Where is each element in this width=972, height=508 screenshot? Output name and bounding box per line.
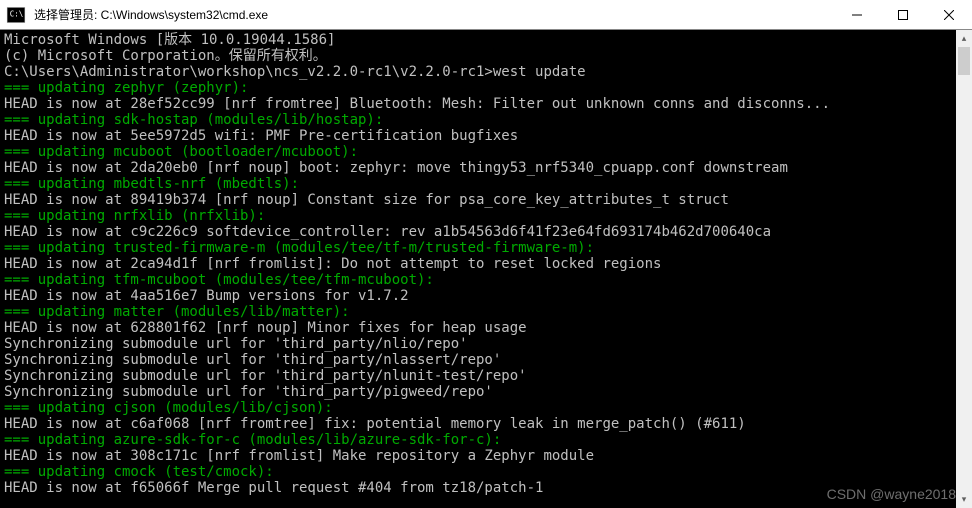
terminal-line: === updating azure-sdk-for-c (modules/li… bbox=[4, 432, 968, 448]
terminal-line: C:\Users\Administrator\workshop\ncs_v2.2… bbox=[4, 64, 968, 80]
terminal-output[interactable]: Microsoft Windows [版本 10.0.19044.1586](c… bbox=[0, 30, 972, 508]
terminal-line: (c) Microsoft Corporation。保留所有权利。 bbox=[4, 48, 968, 64]
terminal-line: HEAD is now at f65066f Merge pull reques… bbox=[4, 480, 968, 496]
minimize-button[interactable] bbox=[834, 0, 880, 29]
scroll-down-arrow[interactable]: ▾ bbox=[956, 491, 972, 508]
terminal-line: HEAD is now at 28ef52cc99 [nrf fromtree]… bbox=[4, 96, 968, 112]
terminal-line: === updating cmock (test/cmock): bbox=[4, 464, 968, 480]
terminal-line: Synchronizing submodule url for 'third_p… bbox=[4, 336, 968, 352]
terminal-line: HEAD is now at c6af068 [nrf fromtree] fi… bbox=[4, 416, 968, 432]
close-button[interactable] bbox=[926, 0, 972, 29]
terminal-line: === updating zephyr (zephyr): bbox=[4, 80, 968, 96]
terminal-line: HEAD is now at c9c226c9 softdevice_contr… bbox=[4, 224, 968, 240]
terminal-line: HEAD is now at 628801f62 [nrf noup] Mino… bbox=[4, 320, 968, 336]
window-title: 选择管理员: C:\Windows\system32\cmd.exe bbox=[32, 6, 834, 23]
terminal-line: Synchronizing submodule url for 'third_p… bbox=[4, 368, 968, 384]
terminal-line: === updating mbedtls-nrf (mbedtls): bbox=[4, 176, 968, 192]
terminal-line: Synchronizing submodule url for 'third_p… bbox=[4, 352, 968, 368]
terminal-line: HEAD is now at 2ca94d1f [nrf fromlist]: … bbox=[4, 256, 968, 272]
terminal-line: Microsoft Windows [版本 10.0.19044.1586] bbox=[4, 32, 968, 48]
scroll-thumb[interactable] bbox=[958, 47, 970, 75]
terminal-line: === updating tfm-mcuboot (modules/tee/tf… bbox=[4, 272, 968, 288]
terminal-line: === updating trusted-firmware-m (modules… bbox=[4, 240, 968, 256]
terminal-line: HEAD is now at 308c171c [nrf fromlist] M… bbox=[4, 448, 968, 464]
vertical-scrollbar[interactable]: ▴ ▾ bbox=[956, 30, 972, 508]
svg-text:C:\: C:\ bbox=[10, 9, 24, 18]
terminal-line: === updating matter (modules/lib/matter)… bbox=[4, 304, 968, 320]
terminal-line: HEAD is now at 5ee5972d5 wifi: PMF Pre-c… bbox=[4, 128, 968, 144]
watermark: CSDN @wayne2018 bbox=[827, 486, 956, 502]
maximize-button[interactable] bbox=[880, 0, 926, 29]
window-titlebar: C:\ 选择管理员: C:\Windows\system32\cmd.exe bbox=[0, 0, 972, 30]
terminal-line: HEAD is now at 2da20eb0 [nrf noup] boot:… bbox=[4, 160, 968, 176]
scroll-up-arrow[interactable]: ▴ bbox=[956, 30, 972, 47]
window-controls bbox=[834, 0, 972, 29]
cmd-icon: C:\ bbox=[6, 5, 26, 25]
terminal-line: === updating nrfxlib (nrfxlib): bbox=[4, 208, 968, 224]
terminal-line: HEAD is now at 89419b374 [nrf noup] Cons… bbox=[4, 192, 968, 208]
terminal-line: Synchronizing submodule url for 'third_p… bbox=[4, 384, 968, 400]
terminal-line: HEAD is now at 4aa516e7 Bump versions fo… bbox=[4, 288, 968, 304]
terminal-line: === updating mcuboot (bootloader/mcuboot… bbox=[4, 144, 968, 160]
terminal-line: === updating sdk-hostap (modules/lib/hos… bbox=[4, 112, 968, 128]
terminal-line: === updating cjson (modules/lib/cjson): bbox=[4, 400, 968, 416]
